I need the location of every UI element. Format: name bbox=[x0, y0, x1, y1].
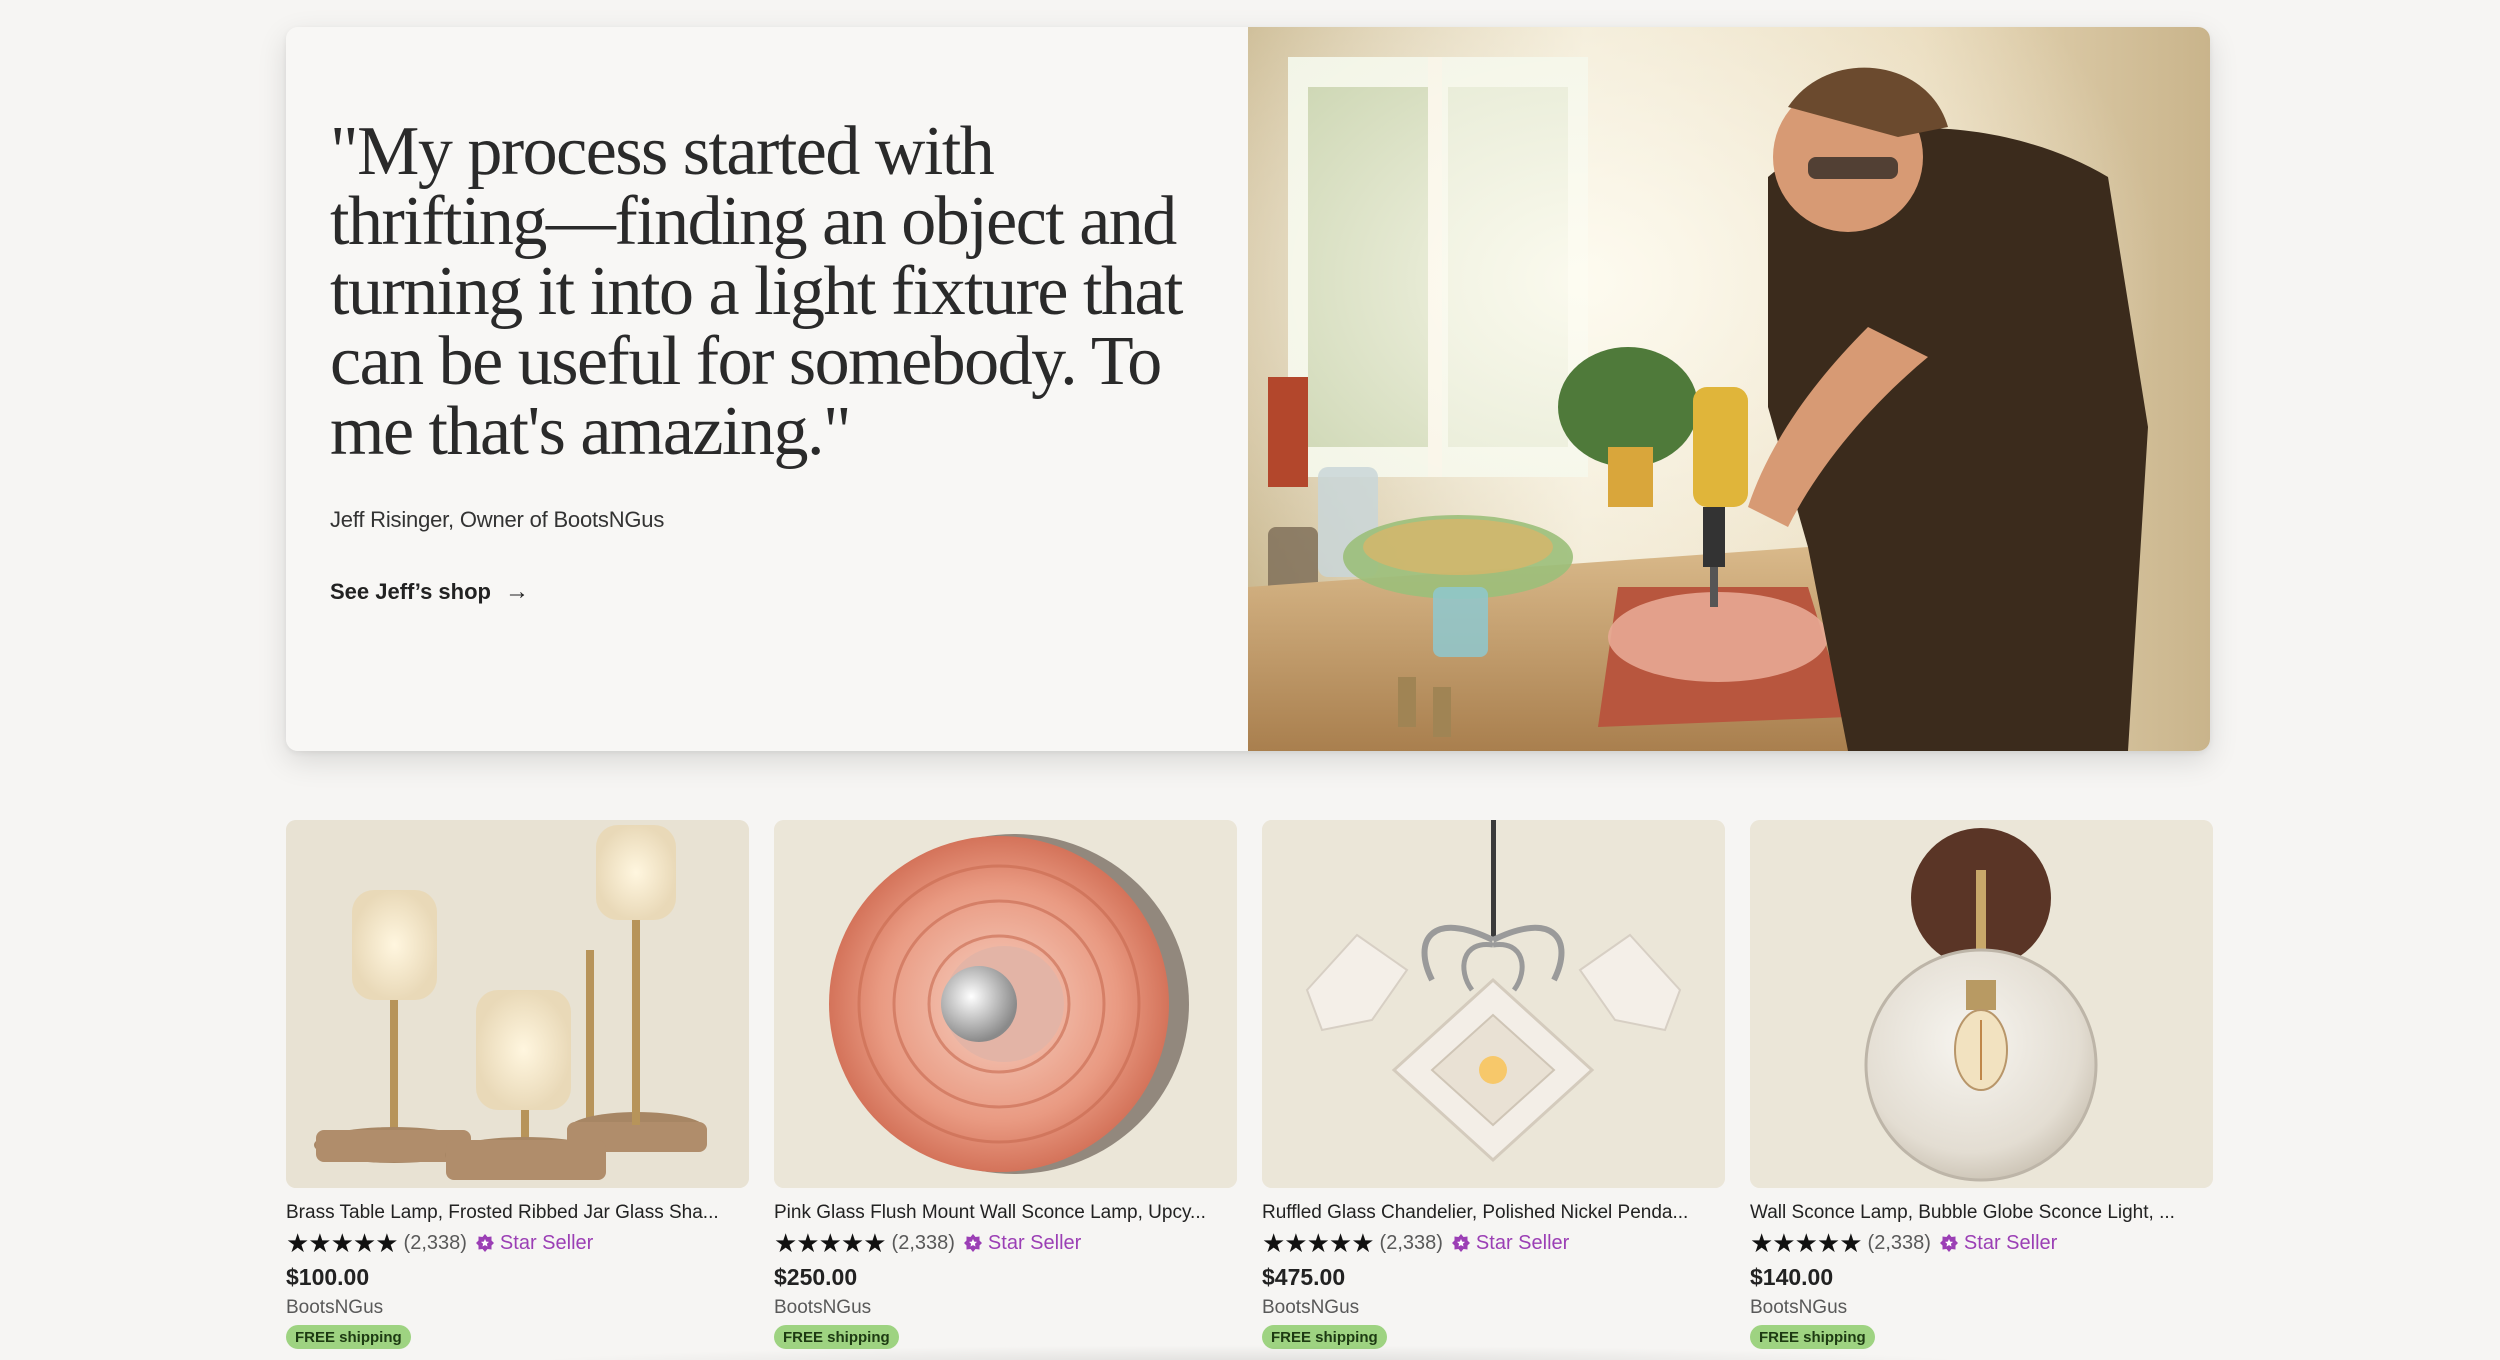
rating-row: ★★★★★ (2,338) Star Seller bbox=[774, 1230, 1237, 1256]
bottom-shadow bbox=[500, 1345, 2000, 1360]
quote-attribution: Jeff Risinger, Owner of BootsNGus bbox=[330, 507, 665, 532]
star-seller-label: Star Seller bbox=[1475, 1231, 1570, 1254]
artisan-photo bbox=[1248, 27, 2210, 751]
listing-image[interactable] bbox=[774, 820, 1237, 1188]
shop-name: BootsNGus bbox=[774, 1297, 872, 1318]
star-rating-icon: ★★★★★ bbox=[1262, 1228, 1375, 1258]
listing-grid: Brass Table Lamp, Frosted Ribbed Jar Gla… bbox=[286, 820, 2213, 1349]
rating-row: ★★★★★ (2,338) Star Seller bbox=[286, 1230, 749, 1256]
star-seller-label: Star Seller bbox=[499, 1231, 594, 1254]
star-seller-badge: Star Seller bbox=[1939, 1232, 2057, 1255]
star-seller-badge: Star Seller bbox=[1451, 1232, 1569, 1255]
listing-card[interactable]: Pink Glass Flush Mount Wall Sconce Lamp,… bbox=[774, 820, 1237, 1349]
pink-glass-sconce-photo bbox=[774, 820, 1237, 1188]
rating-row: ★★★★★ (2,338) Star Seller bbox=[1262, 1230, 1725, 1256]
listing-price: $140.00 bbox=[1750, 1264, 1834, 1290]
star-rating-icon: ★★★★★ bbox=[774, 1228, 887, 1258]
listing-card[interactable]: Wall Sconce Lamp, Bubble Globe Sconce Li… bbox=[1750, 820, 2213, 1349]
see-shop-link[interactable]: See Jeff’s shop → bbox=[330, 579, 529, 605]
listing-title[interactable]: Brass Table Lamp, Frosted Ribbed Jar Gla… bbox=[286, 1202, 749, 1224]
featured-seller-text: "My process started with thrifting—findi… bbox=[286, 27, 1248, 751]
review-count: (2,338) bbox=[403, 1231, 467, 1254]
review-count: (2,338) bbox=[1379, 1231, 1443, 1254]
arrow-right-icon: → bbox=[504, 578, 529, 605]
star-seller-icon bbox=[475, 1234, 494, 1252]
star-seller-label: Star Seller bbox=[987, 1231, 1082, 1254]
ruffled-glass-chandelier-photo bbox=[1262, 820, 1725, 1188]
listing-card[interactable]: Brass Table Lamp, Frosted Ribbed Jar Gla… bbox=[286, 820, 749, 1349]
listing-image[interactable] bbox=[286, 820, 749, 1188]
seller-quote: "My process started with thrifting—findi… bbox=[330, 113, 1183, 470]
review-count: (2,338) bbox=[1867, 1231, 1931, 1254]
rating-row: ★★★★★ (2,338) Star Seller bbox=[1750, 1230, 2213, 1256]
star-seller-badge: Star Seller bbox=[963, 1232, 1081, 1255]
listing-title[interactable]: Pink Glass Flush Mount Wall Sconce Lamp,… bbox=[774, 1202, 1237, 1224]
listing-title[interactable]: Ruffled Glass Chandelier, Polished Nicke… bbox=[1262, 1202, 1725, 1224]
star-rating-icon: ★★★★★ bbox=[286, 1228, 399, 1258]
star-seller-icon bbox=[1939, 1234, 1958, 1252]
shop-name: BootsNGus bbox=[1750, 1297, 1848, 1318]
star-seller-badge: Star Seller bbox=[475, 1232, 593, 1255]
star-seller-label: Star Seller bbox=[1963, 1231, 2058, 1254]
listing-price: $475.00 bbox=[1262, 1264, 1346, 1290]
artisan-drilling-glass-photo bbox=[1248, 27, 2210, 751]
star-seller-icon bbox=[1451, 1234, 1470, 1252]
listing-price: $250.00 bbox=[774, 1264, 858, 1290]
star-rating-icon: ★★★★★ bbox=[1750, 1228, 1863, 1258]
free-shipping-badge: FREE shipping bbox=[286, 1325, 411, 1349]
listing-card[interactable]: Ruffled Glass Chandelier, Polished Nicke… bbox=[1262, 820, 1725, 1349]
star-seller-icon bbox=[963, 1234, 982, 1252]
brass-table-lamps-photo bbox=[286, 820, 749, 1188]
listing-price: $100.00 bbox=[286, 1264, 370, 1290]
listing-title[interactable]: Wall Sconce Lamp, Bubble Globe Sconce Li… bbox=[1750, 1202, 2213, 1224]
listing-image[interactable] bbox=[1750, 820, 2213, 1188]
review-count: (2,338) bbox=[891, 1231, 955, 1254]
bubble-globe-sconce-photo bbox=[1750, 820, 2213, 1188]
page: "My process started with thrifting—findi… bbox=[0, 0, 2500, 1360]
listing-image[interactable] bbox=[1262, 820, 1725, 1188]
shop-name: BootsNGus bbox=[286, 1297, 384, 1318]
shop-name: BootsNGus bbox=[1262, 1297, 1360, 1318]
see-shop-label: See Jeff’s shop bbox=[330, 579, 491, 604]
featured-seller-card: "My process started with thrifting—findi… bbox=[286, 27, 2210, 751]
